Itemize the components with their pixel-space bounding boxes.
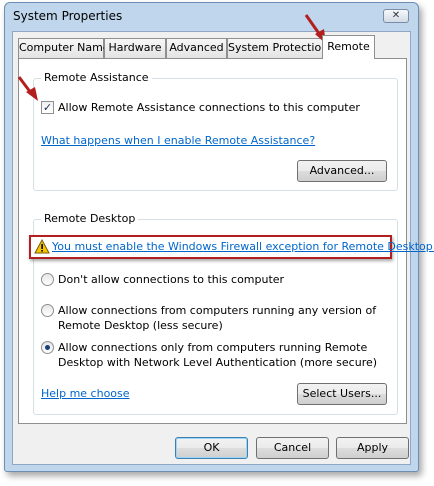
tab-label: Hardware	[108, 41, 162, 54]
tab-hardware[interactable]: Hardware	[104, 38, 166, 58]
allow-remote-assistance-checkbox[interactable]: ✓	[41, 101, 54, 114]
radio-allow-any-version-label-line2: Remote Desktop (less secure)	[58, 319, 223, 332]
firewall-exception-link[interactable]: You must enable the Windows Firewall exc…	[52, 239, 434, 254]
radio-allow-any-version-label-line1: Allow connections from computers running…	[58, 304, 377, 317]
radio-allow-nla-only[interactable]	[41, 341, 54, 354]
advanced-button-label: Advanced...	[309, 164, 375, 177]
window-title: System Properties	[13, 9, 123, 23]
select-users-button-label: Select Users...	[302, 387, 382, 400]
radio-allow-any-version[interactable]	[41, 304, 54, 317]
advanced-button[interactable]: Advanced...	[297, 160, 387, 182]
close-button[interactable]: ✕	[383, 9, 409, 23]
select-users-button[interactable]: Select Users...	[297, 383, 387, 405]
warning-icon	[34, 239, 50, 254]
tab-computer-name[interactable]: Computer Name	[18, 38, 110, 58]
help-me-choose-link[interactable]: Help me choose	[41, 386, 130, 401]
firewall-warning-callout: You must enable the Windows Firewall exc…	[29, 235, 434, 259]
tab-label: Advanced	[169, 41, 224, 54]
radio-dont-allow[interactable]	[41, 273, 54, 286]
tab-label: Remote	[327, 40, 370, 53]
apply-button[interactable]: Apply	[336, 437, 409, 459]
remote-desktop-group-title: Remote Desktop	[41, 212, 139, 225]
remote-assistance-group-title: Remote Assistance	[41, 71, 152, 84]
tab-remote[interactable]: Remote	[322, 35, 375, 59]
annotation-arrow-checkbox	[17, 76, 38, 101]
ok-button[interactable]: OK	[175, 437, 248, 459]
ok-button-label: OK	[203, 441, 220, 454]
radio-allow-nla-only-label-line1: Allow connections only from computers ru…	[58, 341, 368, 354]
tab-label: Computer Name	[19, 41, 110, 54]
remote-assistance-group: Remote Assistance ✓ Allow Remote Assista…	[33, 71, 398, 191]
remote-assistance-help-link[interactable]: What happens when I enable Remote Assist…	[41, 133, 315, 148]
apply-button-label: Apply	[356, 441, 389, 454]
cancel-button-label: Cancel	[273, 441, 312, 454]
radio-dont-allow-label: Don't allow connections to this computer	[58, 273, 285, 286]
radio-allow-nla-only-label-line2: Desktop with Network Level Authenticatio…	[58, 356, 378, 369]
title-bar[interactable]: System Properties ✕	[5, 3, 418, 31]
cancel-button[interactable]: Cancel	[256, 437, 329, 459]
close-icon: ✕	[391, 10, 401, 21]
allow-remote-assistance-label: Allow Remote Assistance connections to t…	[58, 101, 360, 114]
tab-advanced[interactable]: Advanced	[166, 38, 227, 58]
